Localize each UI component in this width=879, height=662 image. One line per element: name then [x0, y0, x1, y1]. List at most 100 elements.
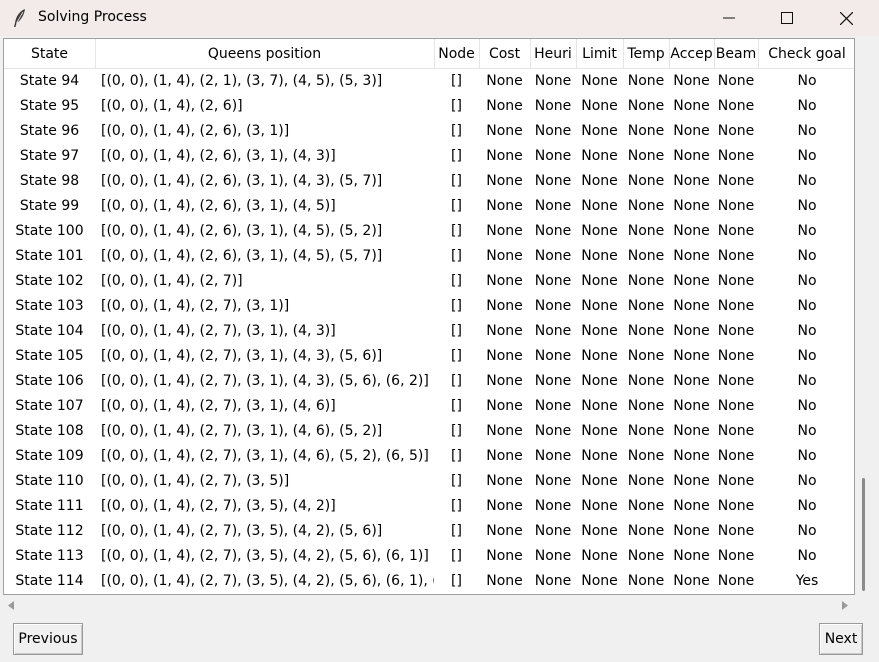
states-table[interactable]: State Queens position Node Cost Heuri Limit Te… [3, 38, 855, 595]
cell-accep: None [673, 522, 710, 539]
table-row[interactable]: State 95 [(0, 0), (1, 4), (2, 6)] [] None No… [4, 93, 854, 118]
table-row[interactable]: State 114 [(0, 0), (1, 4), (2, 7), (3, 5)… [4, 568, 854, 593]
column-header-cost[interactable]: Cost [479, 39, 530, 68]
table-row[interactable]: State 96 [(0, 0), (1, 4), (2, 6), (3, 1)]… [4, 118, 854, 143]
feather-icon [14, 9, 25, 27]
cell-queens-position: [(0, 0), (1, 4), (2, 6), (3, 1), (4, 5),… [101, 247, 383, 264]
column-separator[interactable] [434, 39, 435, 68]
column-header-check-goal[interactable]: Check goal [758, 39, 854, 68]
cell-accep: None [673, 472, 710, 489]
cell-beam: None [717, 72, 755, 89]
cell-cost: None [486, 522, 523, 539]
cell-check-goal: No [797, 147, 817, 164]
cell-node: [] [451, 322, 462, 339]
cell-heuri: None [534, 422, 572, 439]
cell-check-goal: No [797, 172, 817, 189]
cell-cost: None [486, 347, 523, 364]
cell-state: State 101 [15, 247, 84, 264]
table-row[interactable]: State 105 [(0, 0), (1, 4), (2, 7), (3, 1)… [4, 343, 854, 368]
cell-limit: None [581, 347, 618, 364]
cell-state: State 107 [15, 397, 84, 414]
column-header-accep[interactable]: Accep [669, 39, 714, 68]
cell-limit: None [581, 72, 618, 89]
cell-check-goal: No [797, 547, 817, 564]
cell-accep: None [673, 122, 710, 139]
table-row[interactable]: State 101 [(0, 0), (1, 4), (2, 6), (3, 1)… [4, 243, 854, 268]
table-row[interactable]: State 99 [(0, 0), (1, 4), (2, 6), (3, 1),… [4, 193, 854, 218]
cell-limit: None [581, 497, 618, 514]
column-header-beam[interactable]: Beam [714, 39, 758, 68]
cell-cost: None [486, 172, 523, 189]
column-separator[interactable] [576, 39, 577, 68]
scroll-right-arrow-icon[interactable] [841, 601, 849, 610]
column-header-heuri[interactable]: Heuri [530, 39, 576, 68]
cell-accep: None [673, 272, 710, 289]
table-row[interactable]: State 103 [(0, 0), (1, 4), (2, 7), (3, 1)… [4, 293, 854, 318]
maximize-button[interactable] [758, 0, 816, 36]
column-separator[interactable] [95, 39, 96, 68]
column-header-temp[interactable]: Temp [623, 39, 669, 68]
table-row[interactable]: State 109 [(0, 0), (1, 4), (2, 7), (3, 1)… [4, 443, 854, 468]
cell-accep: None [673, 172, 710, 189]
column-separator[interactable] [530, 39, 531, 68]
column-separator[interactable] [758, 39, 759, 68]
cell-temp: None [627, 572, 665, 589]
cell-temp: None [627, 322, 665, 339]
table-row[interactable]: State 112 [(0, 0), (1, 4), (2, 7), (3, 5)… [4, 518, 854, 543]
cell-cost: None [486, 547, 523, 564]
column-header-queens-position[interactable]: Queens position [95, 39, 434, 68]
title-bar: Solving Process [0, 0, 879, 36]
cell-accep: None [673, 297, 710, 314]
column-separator[interactable] [479, 39, 480, 68]
cell-node: [] [451, 197, 462, 214]
next-button[interactable]: Next [819, 623, 863, 655]
table-row[interactable]: State 98 [(0, 0), (1, 4), (2, 6), (3, 1),… [4, 168, 854, 193]
cell-state: State 108 [15, 422, 84, 439]
cell-check-goal: No [797, 122, 817, 139]
column-header-node[interactable]: Node [434, 39, 479, 68]
cell-accep: None [673, 222, 710, 239]
cell-state: State 98 [19, 172, 80, 189]
table-row[interactable]: State 107 [(0, 0), (1, 4), (2, 7), (3, 1)… [4, 393, 854, 418]
cell-queens-position: [(0, 0), (1, 4), (2, 7), (3, 5), (4, 2),… [101, 547, 429, 564]
cell-check-goal: No [797, 472, 817, 489]
cell-temp: None [627, 297, 665, 314]
table-row[interactable]: State 111 [(0, 0), (1, 4), (2, 7), (3, 5)… [4, 493, 854, 518]
cell-heuri: None [534, 297, 572, 314]
table-row[interactable]: State 108 [(0, 0), (1, 4), (2, 7), (3, 1)… [4, 418, 854, 443]
column-header-limit[interactable]: Limit [576, 39, 623, 68]
column-separator[interactable] [714, 39, 715, 68]
cell-accep: None [673, 497, 710, 514]
vertical-scrollbar[interactable] [855, 38, 876, 595]
table-row[interactable]: State 113 [(0, 0), (1, 4), (2, 7), (3, 5)… [4, 543, 854, 568]
cell-limit: None [581, 472, 618, 489]
column-header-state[interactable]: State [4, 39, 95, 68]
horizontal-scrollbar[interactable] [3, 595, 855, 616]
cell-node: [] [451, 247, 462, 264]
table-row[interactable]: State 97 [(0, 0), (1, 4), (2, 6), (3, 1),… [4, 143, 854, 168]
scroll-left-arrow-icon[interactable] [7, 601, 15, 610]
column-separator[interactable] [669, 39, 670, 68]
cell-queens-position: [(0, 0), (1, 4), (2, 7), (3, 1), (4, 3)] [101, 322, 336, 339]
minimize-button[interactable] [700, 0, 758, 36]
cell-queens-position: [(0, 0), (1, 4), (2, 7), (3, 1), (4, 6),… [101, 422, 383, 439]
close-button[interactable] [817, 0, 875, 36]
table-row[interactable]: State 104 [(0, 0), (1, 4), (2, 7), (3, 1)… [4, 318, 854, 343]
cell-check-goal: No [797, 497, 817, 514]
table-row[interactable]: State 102 [(0, 0), (1, 4), (2, 7)] [] None N… [4, 268, 854, 293]
cell-accep: None [673, 572, 710, 589]
cell-node: [] [451, 372, 462, 389]
table-row[interactable]: State 94 [(0, 0), (1, 4), (2, 1), (3, 7),… [4, 68, 854, 93]
cell-check-goal: No [797, 322, 817, 339]
vertical-scroll-thumb[interactable] [862, 478, 865, 591]
previous-button[interactable]: Previous [13, 623, 83, 655]
cell-heuri: None [534, 372, 572, 389]
cell-cost: None [486, 97, 523, 114]
cell-check-goal: No [797, 222, 817, 239]
cell-limit: None [581, 122, 618, 139]
cell-node: [] [451, 447, 462, 464]
table-row[interactable]: State 110 [(0, 0), (1, 4), (2, 7), (3, 5)… [4, 468, 854, 493]
column-separator[interactable] [623, 39, 624, 68]
table-row[interactable]: State 100 [(0, 0), (1, 4), (2, 6), (3, 1)… [4, 218, 854, 243]
table-row[interactable]: State 106 [(0, 0), (1, 4), (2, 7), (3, 1)… [4, 368, 854, 393]
